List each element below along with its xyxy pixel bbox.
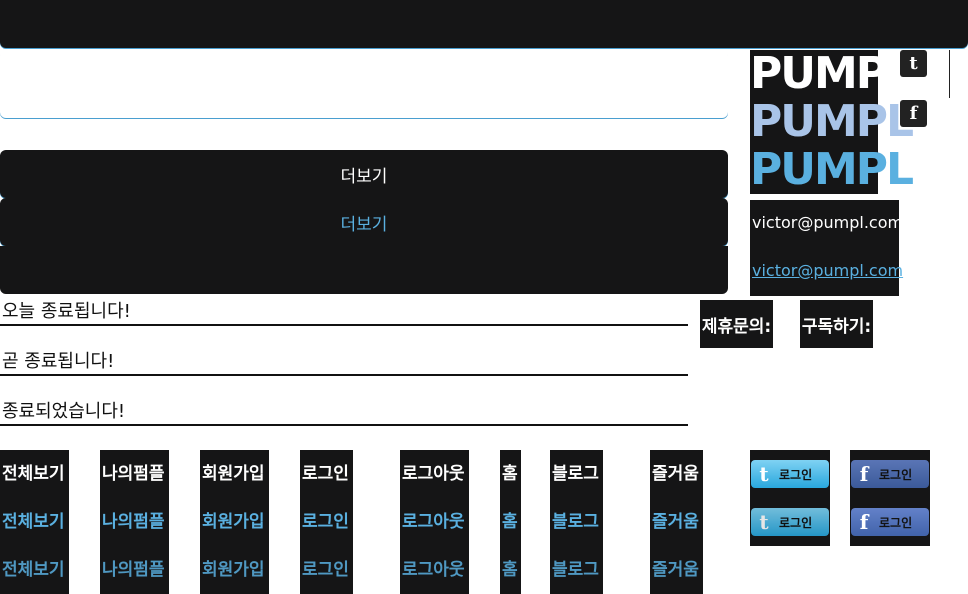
contact-email: victor@pumpl.com	[752, 213, 904, 232]
nav-fun: 즐거움 즐거움 즐거움	[650, 450, 703, 594]
facebook-icon: f	[859, 462, 869, 486]
nav-item-home[interactable]: 홈	[502, 450, 518, 498]
nav-item-all-active[interactable]: 전체보기	[2, 546, 65, 594]
facebook-icon: f	[859, 510, 869, 534]
logo-row-blue: PUMPL	[750, 144, 914, 195]
twitter-login-box-hover: t 로그인	[750, 498, 830, 546]
twitter-icon: t	[759, 462, 769, 486]
twitter-login-button-hover[interactable]: t 로그인	[751, 508, 829, 536]
twitter-login-label: 로그인	[779, 515, 813, 530]
contact-email-link[interactable]: victor@pumpl.com	[752, 261, 903, 280]
more-button-empty[interactable]	[0, 246, 728, 294]
nav-login: 로그인 로그인 로그인	[300, 450, 353, 594]
subscribe-button[interactable]: 구독하기:	[800, 300, 873, 348]
status-ending-soon: 곧 종료됩니다!	[0, 350, 688, 376]
nav-item-all-hover[interactable]: 전체보기	[2, 498, 65, 546]
partnership-button[interactable]: 제휴문의:	[700, 300, 773, 348]
nav-item-login-hover[interactable]: 로그인	[302, 498, 349, 546]
nav-item-home-hover[interactable]: 홈	[502, 498, 518, 546]
content-panel	[0, 50, 728, 118]
status-ended: 종료되었습니다!	[0, 400, 688, 426]
twitter-login-box: t 로그인	[750, 450, 830, 498]
nav-item-logout-hover[interactable]: 로그아웃	[402, 498, 465, 546]
nav-item-all[interactable]: 전체보기	[2, 450, 65, 498]
more-button[interactable]: 더보기	[0, 150, 728, 198]
nav-item-signup[interactable]: 회원가입	[202, 450, 265, 498]
nav-item-login[interactable]: 로그인	[302, 450, 349, 498]
nav-item-logout[interactable]: 로그아웃	[402, 450, 465, 498]
nav-item-blog-hover[interactable]: 블로그	[552, 498, 599, 546]
nav-all: 전체보기 전체보기 전체보기	[0, 450, 69, 594]
nav-item-mypumpl-hover[interactable]: 나의펌플	[102, 498, 165, 546]
status-ending-today: 오늘 종료됩니다!	[0, 300, 688, 326]
logo-row-white: PUMPL	[750, 48, 914, 99]
nav-blog: 블로그 블로그 블로그	[550, 450, 603, 594]
facebook-icon[interactable]: f	[900, 100, 927, 127]
nav-item-signup-hover[interactable]: 회원가입	[202, 498, 265, 546]
nav-item-home-active[interactable]: 홈	[502, 546, 518, 594]
facebook-login-button[interactable]: f 로그인	[851, 460, 929, 488]
nav-item-fun[interactable]: 즐거움	[652, 450, 699, 498]
nav-item-fun-hover[interactable]: 즐거움	[652, 498, 699, 546]
more-button-hover[interactable]: 더보기	[0, 198, 728, 246]
facebook-login-label: 로그인	[879, 467, 913, 482]
facebook-login-button-hover[interactable]: f 로그인	[851, 508, 929, 536]
nav-item-fun-active[interactable]: 즐거움	[652, 546, 699, 594]
nav-item-blog[interactable]: 블로그	[552, 450, 599, 498]
nav-home: 홈 홈 홈	[500, 450, 521, 594]
nav-item-login-active[interactable]: 로그인	[302, 546, 349, 594]
nav-item-logout-active[interactable]: 로그아웃	[402, 546, 465, 594]
logo-row-light: PUMPL	[750, 96, 914, 147]
twitter-icon: t	[759, 510, 769, 534]
twitter-login-label: 로그인	[779, 467, 813, 482]
nav-logout: 로그아웃 로그아웃 로그아웃	[400, 450, 469, 594]
top-bar	[0, 0, 968, 48]
divider	[949, 50, 950, 98]
nav-item-mypumpl[interactable]: 나의펌플	[102, 450, 165, 498]
nav-item-signup-active[interactable]: 회원가입	[202, 546, 265, 594]
facebook-login-box: f 로그인	[850, 450, 930, 498]
facebook-login-box-hover: f 로그인	[850, 498, 930, 546]
twitter-login-button[interactable]: t 로그인	[751, 460, 829, 488]
nav-item-blog-active[interactable]: 블로그	[552, 546, 599, 594]
nav-mypumpl: 나의펌플 나의펌플 나의펌플	[100, 450, 169, 594]
twitter-icon[interactable]: t	[900, 50, 927, 77]
facebook-login-label: 로그인	[879, 515, 913, 530]
nav-signup: 회원가입 회원가입 회원가입	[200, 450, 269, 594]
pumpl-logo[interactable]: PUMPL PUMPL PUMPL	[750, 48, 914, 195]
nav-item-mypumpl-active[interactable]: 나의펌플	[102, 546, 165, 594]
